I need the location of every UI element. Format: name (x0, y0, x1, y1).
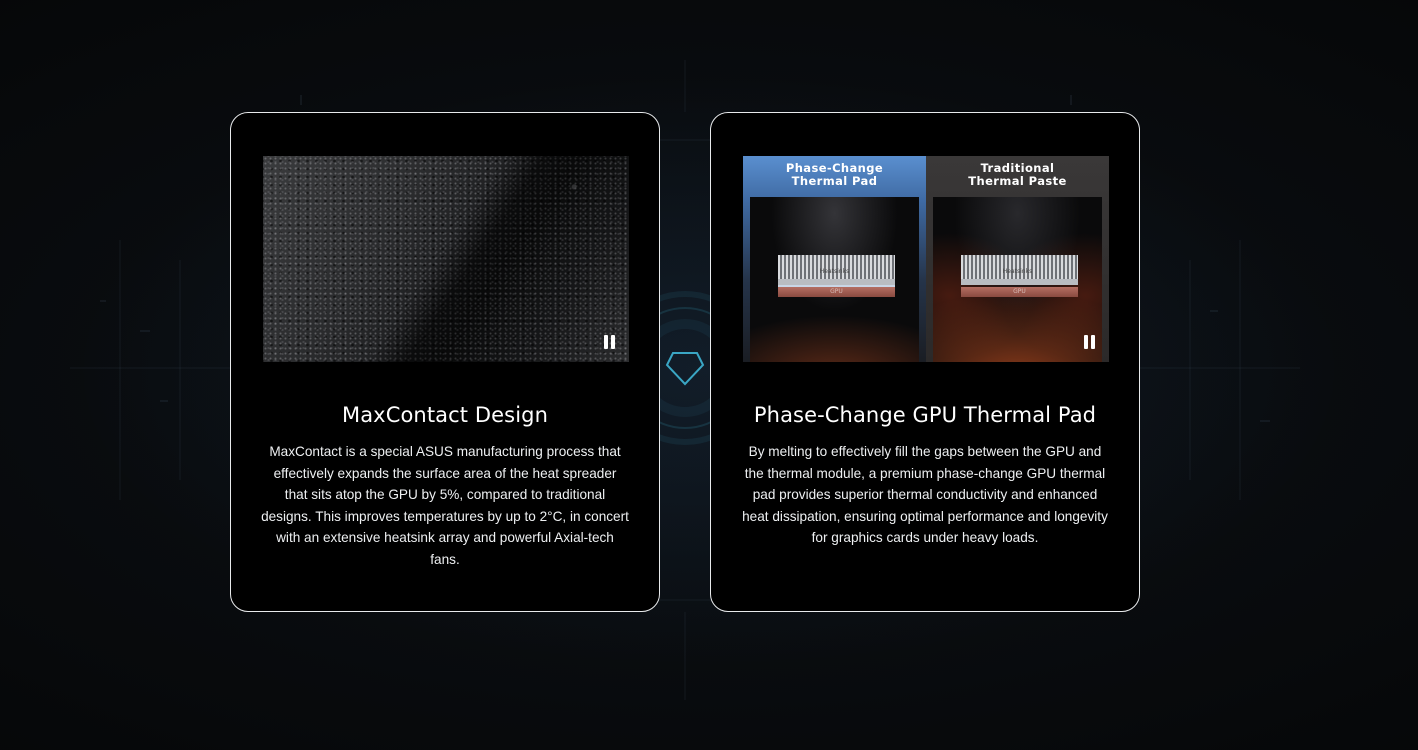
heatsink-label: Heatsinks (1002, 268, 1033, 275)
pause-icon[interactable] (601, 334, 617, 350)
feature-card-maxcontact: MaxContact Design MaxContact is a specia… (230, 112, 660, 612)
traditional-paste-label: Traditional Thermal Paste (968, 161, 1067, 188)
feature-section: MaxContact Design MaxContact is a specia… (0, 0, 1418, 750)
phase-change-panel: Phase-Change Thermal Pad Heatsinks GPU (743, 156, 926, 362)
gpu-label: GPU (961, 287, 1078, 297)
heatsink-label: Heatsinks (819, 268, 850, 275)
gpu-label: GPU (778, 287, 895, 297)
traditional-paste-chamber: Heatsinks GPU (933, 197, 1102, 362)
card-description: MaxContact is a special ASUS manufacturi… (261, 444, 629, 567)
phase-change-label: Phase-Change Thermal Pad (785, 161, 884, 188)
hexagon-icon (665, 352, 705, 386)
maxcontact-video[interactable] (263, 156, 629, 362)
circuit-background (70, 60, 1300, 700)
thermal-pad-comparison-video[interactable]: Phase-Change Thermal Pad Heatsinks GPU T… (743, 156, 1109, 362)
pause-icon[interactable] (1081, 334, 1097, 350)
feature-card-thermal-pad: Phase-Change Thermal Pad Heatsinks GPU T… (710, 112, 1140, 612)
card-title: Phase-Change GPU Thermal Pad (753, 403, 1097, 427)
card-title: MaxContact Design (342, 403, 548, 427)
phase-change-chamber: Heatsinks GPU (750, 197, 919, 362)
heat-spreader-surface-image (263, 156, 629, 362)
comparison-split: Phase-Change Thermal Pad Heatsinks GPU T… (743, 156, 1109, 362)
card-description: By melting to effectively fill the gaps … (742, 444, 1108, 546)
traditional-paste-panel: Traditional Thermal Paste Heatsinks GPU (926, 156, 1109, 362)
